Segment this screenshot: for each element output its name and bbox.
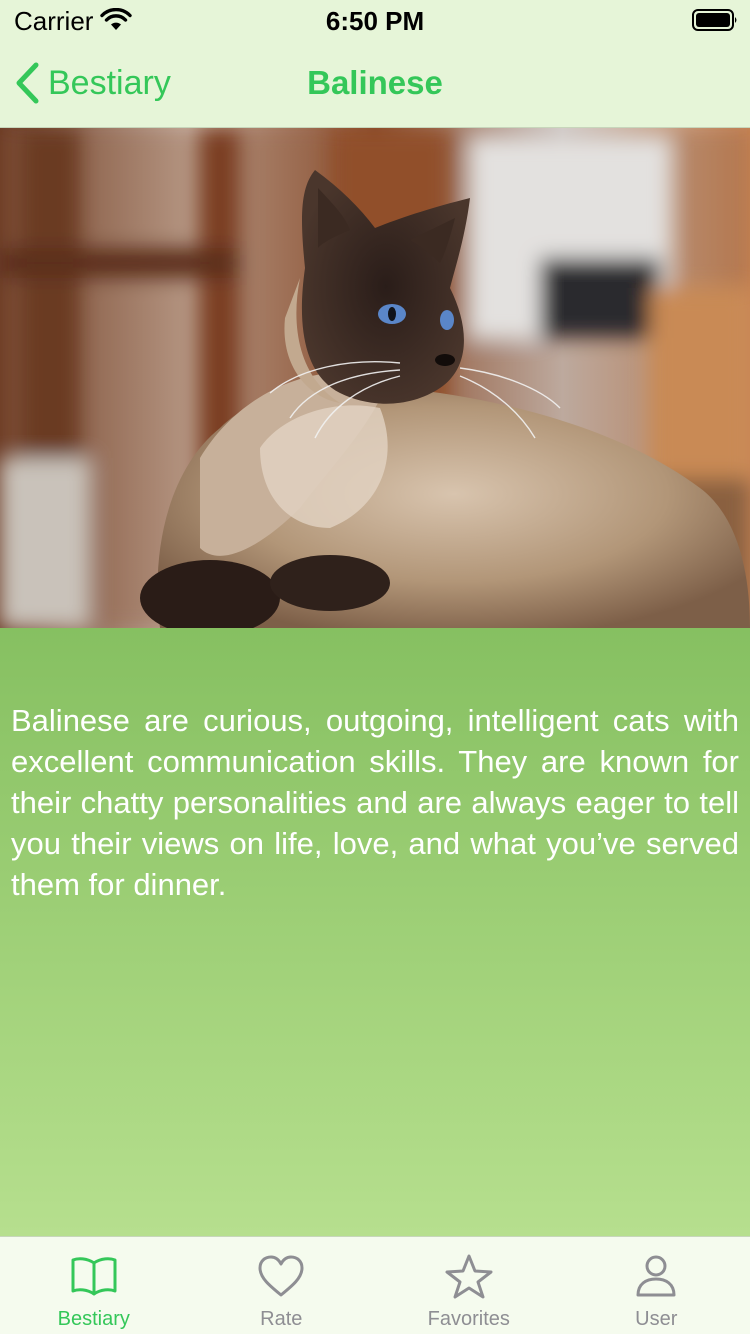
tab-favorites[interactable]: Favorites [375,1237,563,1334]
breed-description: Balinese are curious, outgoing, intellig… [11,703,739,902]
tab-rate-label: Rate [260,1308,303,1330]
tab-user-label: User [635,1308,678,1330]
book-icon [71,1257,117,1296]
tab-bestiary-label: Bestiary [57,1308,130,1330]
tab-user[interactable]: User [563,1237,750,1334]
tab-rate[interactable]: Rate [188,1237,376,1334]
battery-icon [692,9,737,31]
person-icon [636,1255,676,1297]
navigation-bar: Bestiary Balinese [0,40,750,128]
description-panel: Balinese are curious, outgoing, intellig… [0,628,750,1236]
page-title: Balinese [307,64,443,101]
star-icon [445,1254,493,1299]
balinese-cat-photo [0,128,750,628]
heart-icon [258,1255,304,1297]
status-bar: Carrier 6:50 PM [0,0,750,40]
cat-photo [0,128,750,628]
status-time: 6:50 PM [325,6,425,36]
tab-bar: Bestiary Rate Favorites User [0,1236,750,1334]
tab-bestiary[interactable]: Bestiary [0,1237,188,1334]
tab-favorites-label: Favorites [427,1308,510,1330]
